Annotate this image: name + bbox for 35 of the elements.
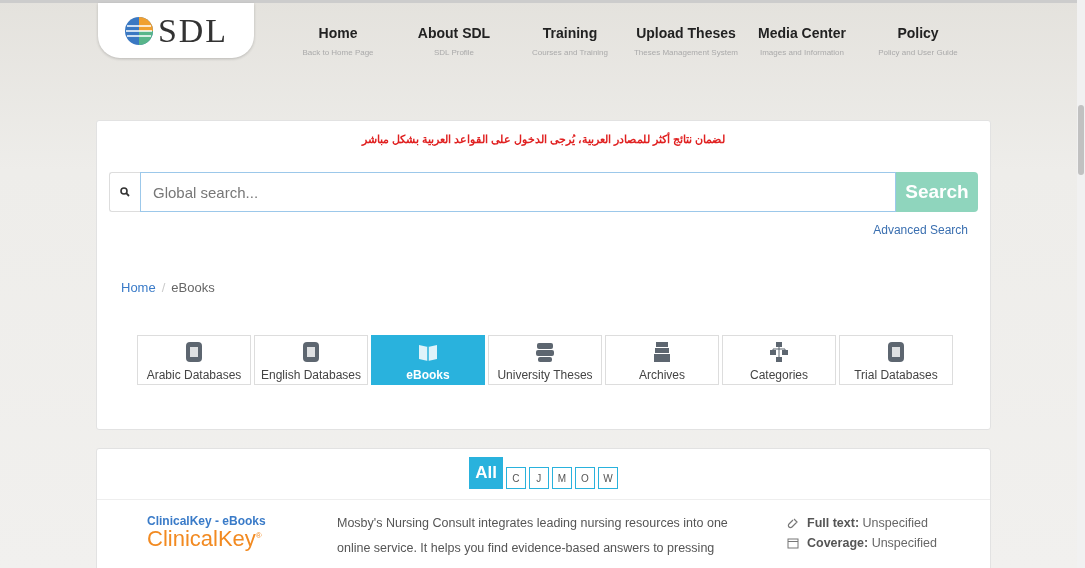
- category-tab[interactable]: Archives: [605, 335, 719, 385]
- letter-filter[interactable]: M: [551, 467, 572, 489]
- search-field[interactable]: Global search...: [140, 172, 896, 212]
- notice-text: لضمان نتائج أكثر للمصادر العربية، يُرجى الدخول على القواعد العربية بشكل مباشر: [360, 133, 727, 146]
- search-icon: [109, 172, 140, 212]
- resource-description: Mosby's Nursing Consult integrates leading nursing resources into one online service. It helps you find evidence-based answers to pressing: [337, 515, 729, 557]
- category-tab[interactable]: University Theses: [488, 335, 602, 385]
- database-icon: [886, 341, 906, 363]
- letter-filter[interactable]: C: [505, 467, 526, 489]
- breadcrumb-current: eBooks: [171, 280, 215, 295]
- site-logo[interactable]: SDL: [98, 3, 254, 58]
- striped-globe-icon: [123, 15, 154, 46]
- resource-title-link[interactable]: ClinicalKey - eBooks: [147, 514, 266, 528]
- advanced-search-link[interactable]: Advanced Search: [873, 223, 968, 237]
- scrollbar[interactable]: [1077, 0, 1085, 568]
- category-tab[interactable]: Arabic Databases: [137, 335, 251, 385]
- breadcrumb-separator: /: [161, 280, 166, 295]
- category-tab[interactable]: Trial Databases: [839, 335, 953, 385]
- breadcrumb-link[interactable]: Home: [121, 280, 156, 295]
- letter-filter[interactable]: O: [574, 467, 595, 489]
- database-icon: [301, 341, 321, 363]
- link-icon: [787, 517, 799, 529]
- database-icon: [184, 341, 204, 363]
- meta-text: Full text: Unspecified: [807, 516, 928, 530]
- logo-text: SDL: [157, 11, 229, 50]
- category-tab[interactable]: Categories: [722, 335, 836, 385]
- resource-logo: ClinicalKey$^{®}$: [147, 528, 262, 550]
- stacked-drives-icon: [535, 341, 555, 363]
- stacked-blocks-icon: [652, 341, 672, 363]
- letter-filter[interactable]: W: [597, 467, 618, 489]
- hierarchy-icon: [769, 341, 789, 363]
- category-tab[interactable]: English Databases: [254, 335, 368, 385]
- meta-text: Coverage: Unspecified: [807, 536, 937, 550]
- calendar-icon: [787, 537, 799, 549]
- letter-filter[interactable]: J: [528, 467, 549, 489]
